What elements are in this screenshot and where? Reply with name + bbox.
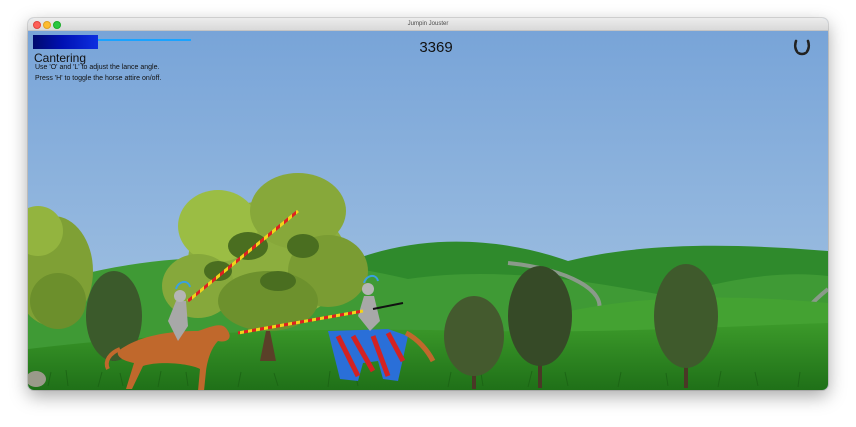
- title-bar: Jumpin Jouster: [28, 18, 828, 31]
- game-canvas[interactable]: [28, 31, 828, 390]
- window-title: Jumpin Jouster: [407, 21, 449, 27]
- game-window: Jumpin Jouster Cantering Use 'O' and 'L'…: [28, 18, 828, 390]
